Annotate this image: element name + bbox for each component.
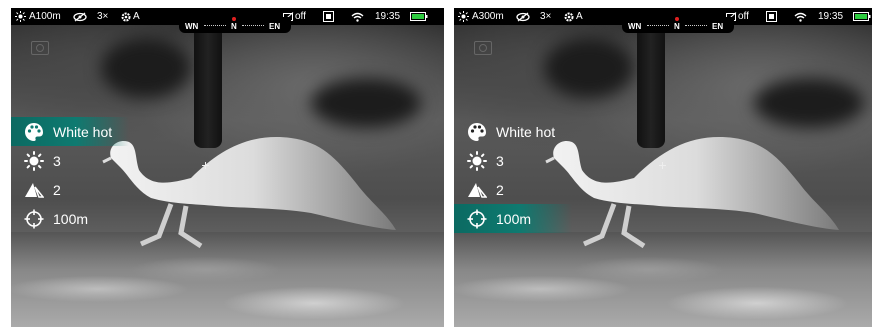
compass-strip: WN N EN [179, 17, 291, 33]
menu-item-contrast[interactable]: 2 [454, 175, 654, 204]
wifi-icon [794, 10, 807, 23]
thermal-screen-right: A300m 3× A off 19:35 WN N EN White hot 3… [454, 8, 872, 327]
menu-item-label: 100m [53, 210, 89, 227]
contrast-icon [466, 179, 488, 201]
menu-item-label: 100m [496, 210, 532, 227]
menu-item-brightness[interactable]: 3 [11, 146, 211, 175]
menu-item-label: 2 [496, 181, 504, 198]
calibration-mode: A [133, 11, 140, 22]
clock-time: 19:35 [375, 11, 401, 22]
battery-icon [853, 10, 871, 23]
calibration-gear-icon [564, 10, 574, 23]
compass-heading-marker [232, 17, 236, 21]
sd-card-icon [323, 10, 334, 23]
camera-icon [474, 41, 492, 55]
eye-off-icon [73, 10, 87, 23]
brightness-icon [466, 150, 488, 172]
sd-card-icon [766, 10, 777, 23]
compass-right: EN [269, 22, 281, 31]
palette-icon [23, 121, 45, 143]
recording-state: off [738, 11, 749, 22]
compass-center: N [231, 22, 237, 31]
menu-item-palette[interactable]: White hot [454, 117, 654, 146]
quick-menu: White hot 3 2 100m [11, 117, 211, 233]
menu-item-label: 2 [53, 181, 61, 198]
clock-time: 19:35 [818, 11, 844, 22]
recording-state: off [295, 11, 306, 22]
sun-icon [458, 10, 469, 23]
rangefinder-target-icon [23, 208, 45, 230]
menu-item-label: White hot [496, 123, 556, 140]
compass-heading-marker [675, 17, 679, 21]
compass-left: WN [185, 22, 199, 31]
menu-item-rangefinder[interactable]: 100m [454, 204, 572, 233]
quick-menu: White hot 3 2 100m [454, 117, 654, 233]
contrast-icon [23, 179, 45, 201]
menu-item-brightness[interactable]: 3 [454, 146, 654, 175]
palette-icon [466, 121, 488, 143]
calibration-mode: A [576, 11, 583, 22]
calibration-gear-icon [121, 10, 131, 23]
compass-center: N [674, 22, 680, 31]
thermal-screen-left: A100m 3× A off 19:35 WN N EN White hot 3… [11, 8, 444, 327]
menu-item-label: White hot [53, 123, 113, 140]
menu-item-rangefinder[interactable]: 100m [11, 204, 211, 233]
eye-off-icon [516, 10, 530, 23]
menu-item-contrast[interactable]: 2 [11, 175, 211, 204]
menu-item-label: 3 [496, 152, 504, 169]
range-value: A300m [472, 11, 504, 22]
camera-icon [31, 41, 49, 55]
range-value: A100m [29, 11, 61, 22]
zoom-value: 3× [97, 11, 109, 22]
menu-item-label: 3 [53, 152, 61, 169]
compass-strip: WN N EN [622, 17, 734, 33]
menu-item-palette[interactable]: White hot [11, 117, 129, 146]
zoom-value: 3× [540, 11, 552, 22]
battery-icon [410, 10, 428, 23]
brightness-icon [23, 150, 45, 172]
compass-left: WN [628, 22, 642, 31]
sun-icon [15, 10, 26, 23]
wifi-icon [351, 10, 364, 23]
reticle-crosshair [659, 162, 666, 169]
compass-right: EN [712, 22, 724, 31]
rangefinder-target-icon [466, 208, 488, 230]
